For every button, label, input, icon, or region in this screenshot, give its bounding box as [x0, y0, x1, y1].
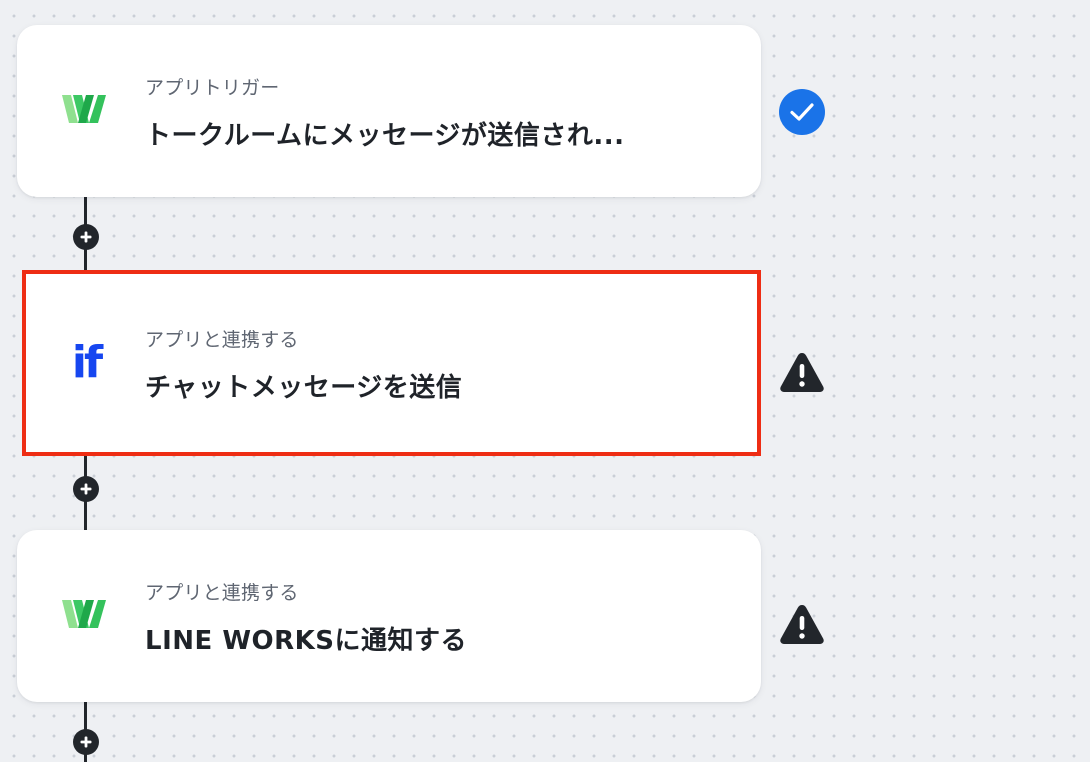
step-type-label: アプリと連携する — [145, 582, 299, 604]
warning-icon — [780, 353, 824, 392]
status-warning — [778, 349, 826, 397]
flow-step-card-action[interactable]: アプリと連携する LINE WORKSに通知する — [17, 530, 761, 702]
step-title: チャットメッセージを送信 — [145, 373, 463, 403]
step-type-label: アプリトリガー — [145, 77, 280, 99]
plus-icon — [80, 231, 92, 243]
flow-step-card-action-selected[interactable]: if アプリと連携する チャットメッセージを送信 — [22, 270, 761, 456]
check-circle-icon — [779, 89, 825, 135]
warning-icon — [780, 605, 824, 644]
step-title: トークルームにメッセージが送信され... — [145, 121, 625, 151]
add-step-button[interactable] — [73, 476, 99, 502]
line-works-logo-icon — [60, 592, 112, 640]
status-warning — [778, 601, 826, 649]
plus-icon — [80, 483, 92, 495]
add-step-button[interactable] — [73, 729, 99, 755]
step-title: LINE WORKSに通知する — [145, 626, 467, 656]
card-body — [26, 274, 757, 452]
line-works-logo-icon — [60, 87, 112, 135]
flow-step-card-trigger[interactable]: アプリトリガー トークルームにメッセージが送信され... — [17, 25, 761, 197]
if-logo-text: if — [71, 337, 103, 388]
step-type-label: アプリと連携する — [145, 329, 299, 351]
status-complete — [778, 88, 826, 136]
if-logo-icon: if — [60, 339, 112, 387]
plus-icon — [80, 736, 92, 748]
add-step-button[interactable] — [73, 224, 99, 250]
